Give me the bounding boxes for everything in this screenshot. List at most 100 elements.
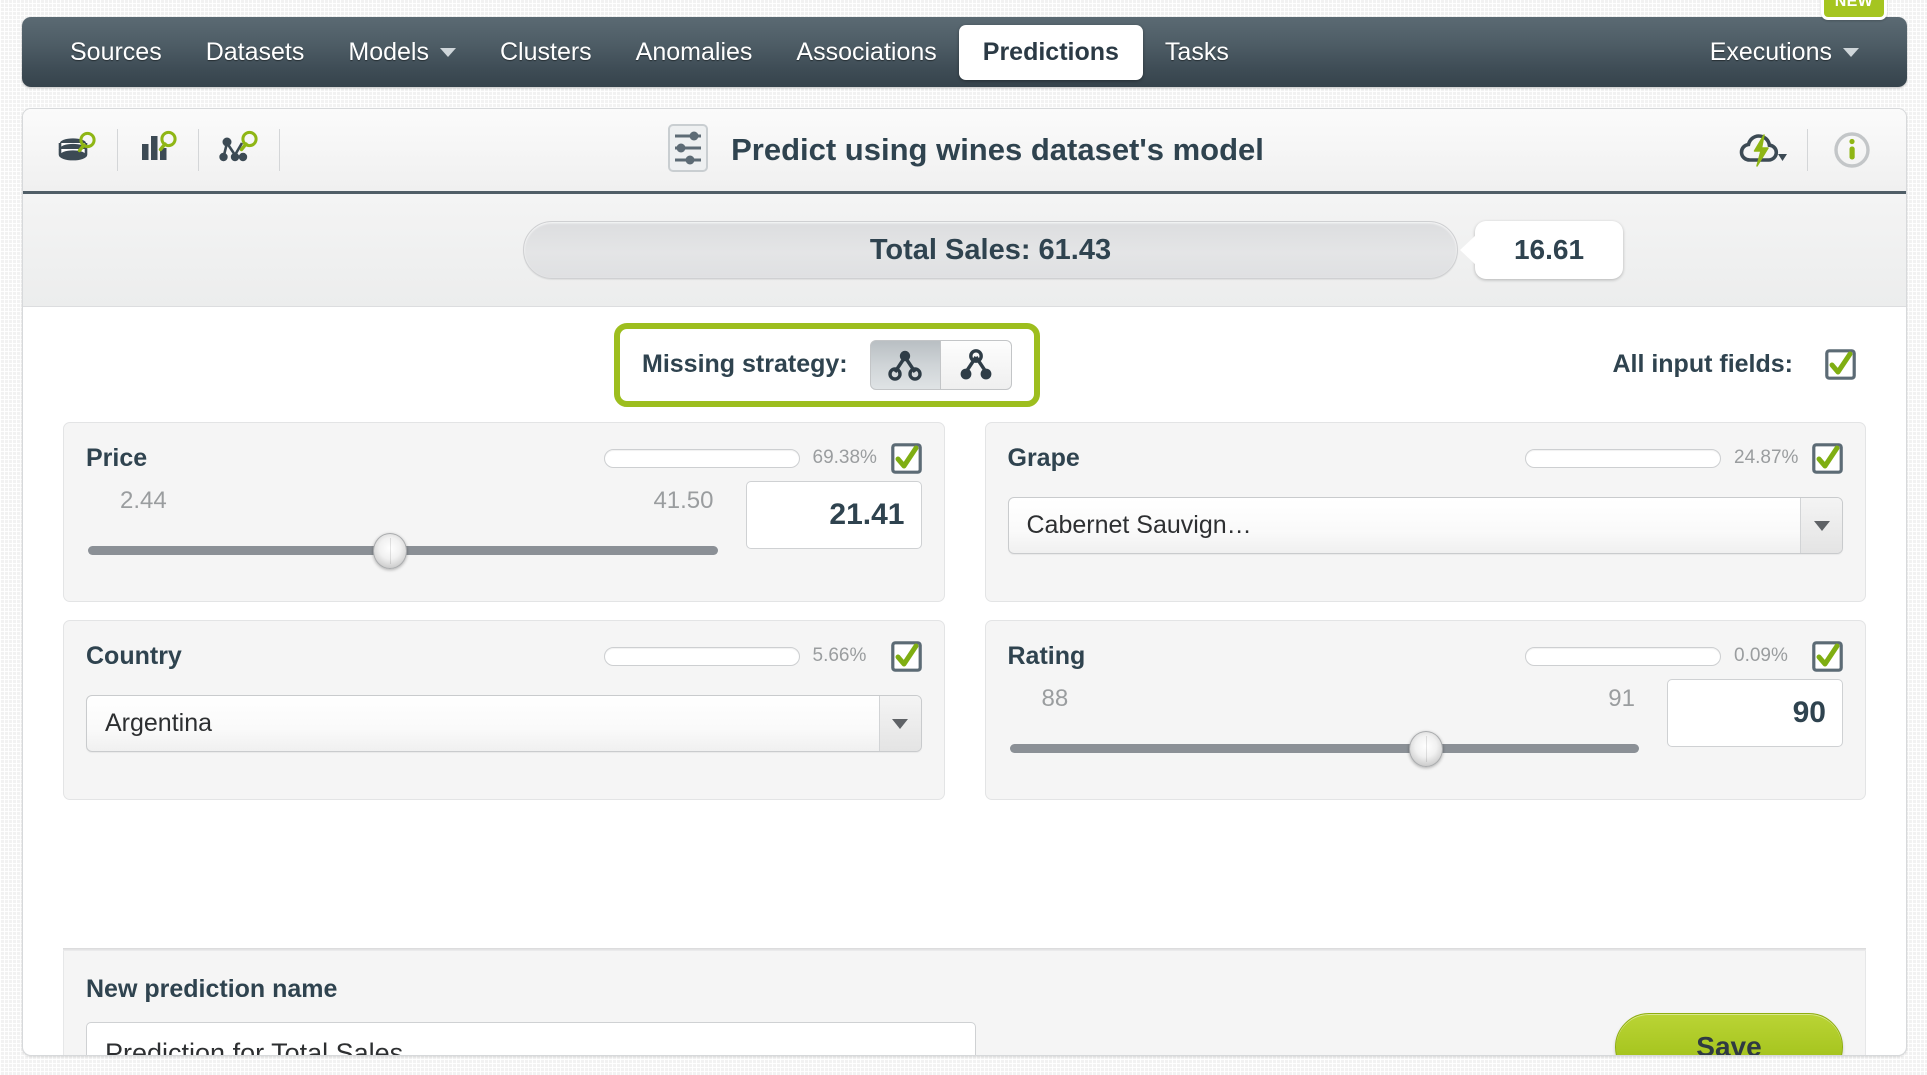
importance-percent: 24.87% <box>1734 447 1799 468</box>
field-header: Price 69.38% <box>86 441 922 475</box>
all-input-fields-checkbox[interactable] <box>1825 349 1856 380</box>
all-input-fields-control: All input fields: <box>1612 349 1856 380</box>
field-card-country: Country 5.66% Argentina <box>63 620 945 800</box>
last-prediction-icon[interactable] <box>869 339 941 390</box>
field-select-country[interactable]: Argentina <box>86 695 922 752</box>
slider-zone: 88 91 90 <box>1008 679 1843 767</box>
toolbar-divider <box>117 129 118 171</box>
field-importance: 24.87% <box>1525 447 1798 469</box>
slider-knob[interactable] <box>1408 731 1443 767</box>
prediction-result-bar: Total Sales: 61.43 16.61 <box>23 194 1906 307</box>
input-fields-grid: Price 69.38% 2.44 41.50 21.41 Grape 24.8… <box>63 422 1866 800</box>
slider-min-label: 2.44 <box>120 487 167 514</box>
nav-item-label: Clusters <box>499 37 592 66</box>
nav-item-label: Executions <box>1709 37 1832 66</box>
panel-title-group: Predict using wines dataset's model <box>23 123 1906 178</box>
toolbar-divider <box>1807 129 1808 171</box>
select-value: Cabernet Sauvign… <box>1026 511 1252 539</box>
field-card-price: Price 69.38% 2.44 41.50 21.41 <box>63 422 945 602</box>
importance-percent: 5.66% <box>812 645 867 666</box>
confidence-callout: 16.61 <box>1475 221 1623 279</box>
select-value: Argentina <box>105 709 213 737</box>
nav-item-sources[interactable]: Sources <box>48 28 184 77</box>
save-button[interactable]: Save <box>1615 1013 1843 1055</box>
nav-item-associations[interactable]: Associations <box>774 28 958 77</box>
strategy-row: Missing strategy: All input fields: <box>63 307 1866 422</box>
importance-percent: 69.38% <box>812 447 877 468</box>
field-importance: 5.66% <box>603 645 877 667</box>
slider-min-label: 88 <box>1041 685 1069 712</box>
field-card-rating: Rating 0.09% 88 91 90 <box>984 620 1866 800</box>
nav-item-anomalies[interactable]: Anomalies <box>614 28 775 77</box>
nav-item-tasks[interactable]: Tasks <box>1143 28 1251 77</box>
field-value-input[interactable]: 90 <box>1667 679 1843 747</box>
all-input-fields-label: All input fields: <box>1612 350 1793 378</box>
slider-track <box>1009 744 1639 753</box>
slider-column: 88 91 <box>1008 679 1642 767</box>
chart-search-icon[interactable] <box>126 122 190 178</box>
slider-range-labels: 2.44 41.50 <box>86 487 720 515</box>
chevron-down-icon <box>1843 47 1859 57</box>
field-checkbox[interactable] <box>890 442 922 474</box>
nav-item-label: Models <box>348 37 429 66</box>
slider-knob[interactable] <box>373 533 408 569</box>
chevron-down-icon[interactable] <box>1800 498 1842 553</box>
importance-bar <box>1525 448 1721 468</box>
field-select-grape[interactable]: Cabernet Sauvign… <box>1007 497 1843 554</box>
slider-zone: 2.44 41.50 21.41 <box>86 481 922 569</box>
field-name: Rating <box>1007 641 1086 670</box>
importance-bar <box>603 448 800 468</box>
nav-item-label: Tasks <box>1164 37 1229 66</box>
field-name: Grape <box>1007 443 1080 472</box>
field-name: Country <box>86 641 182 670</box>
field-name: Price <box>86 443 148 472</box>
cloud-lightning-icon[interactable] <box>1731 122 1795 178</box>
sliders-icon <box>665 123 711 178</box>
nav-item-label: Datasets <box>205 37 305 66</box>
nav-right-group: Executions NEW <box>1688 0 1887 77</box>
model-search-icon[interactable] <box>207 122 271 178</box>
dataset-search-icon[interactable] <box>45 122 109 178</box>
objective-text: Total Sales: 61.43 <box>869 233 1112 266</box>
toolbar-divider <box>279 129 280 171</box>
slider-max-label: 41.50 <box>653 487 714 514</box>
new-prediction-name-input[interactable]: Prediction for Total Sales <box>86 1022 976 1055</box>
new-prediction-name-group: New prediction name Prediction for Total… <box>86 975 976 1055</box>
nav-item-models[interactable]: Models <box>326 28 478 77</box>
field-checkbox[interactable] <box>1812 442 1843 474</box>
nav-item-label: Sources <box>70 37 162 66</box>
slider[interactable] <box>86 533 720 569</box>
chevron-down-icon[interactable] <box>878 696 921 751</box>
new-prediction-section: New prediction name Prediction for Total… <box>63 951 1866 1055</box>
field-checkbox[interactable] <box>1812 640 1843 672</box>
proportional-icon[interactable] <box>940 339 1012 390</box>
nav-item-label: Associations <box>796 37 937 66</box>
importance-bar <box>603 646 800 666</box>
toolbar-divider <box>198 129 199 171</box>
field-header: Rating 0.09% <box>1008 639 1844 673</box>
nav-item-clusters[interactable]: Clusters <box>478 28 614 77</box>
panel-toolbar: Predict using wines dataset's model <box>23 109 1906 194</box>
new-prediction-name-label: New prediction name <box>86 975 338 1003</box>
slider-column: 2.44 41.50 <box>86 481 720 569</box>
missing-strategy-label: Missing strategy: <box>642 350 848 378</box>
field-value-input[interactable]: 21.41 <box>745 481 922 549</box>
field-header: Country 5.66% <box>86 639 922 673</box>
confidence-value: 16.61 <box>1513 234 1585 265</box>
info-icon[interactable] <box>1820 122 1884 178</box>
toolbar-right-group <box>1731 122 1884 178</box>
nav-item-label: Anomalies <box>635 37 753 66</box>
field-checkbox[interactable] <box>890 640 922 672</box>
field-header: Grape 24.87% <box>1008 441 1844 475</box>
objective-field-pill: Total Sales: 61.43 <box>523 221 1458 279</box>
prediction-form: Missing strategy: All input fields: Pric… <box>23 307 1906 1055</box>
importance-bar <box>1525 646 1721 666</box>
field-card-grape: Grape 24.87% Cabernet Sauvign… <box>984 422 1866 602</box>
missing-strategy-options <box>869 339 1012 390</box>
nav-item-datasets[interactable]: Datasets <box>184 28 327 77</box>
main-panel: Predict using wines dataset's model Tota… <box>22 108 1907 1056</box>
slider-range-labels: 88 91 <box>1008 685 1642 713</box>
slider[interactable] <box>1008 731 1642 767</box>
nav-item-predictions[interactable]: Predictions <box>958 24 1143 80</box>
nav-item-executions[interactable]: Executions <box>1688 28 1881 77</box>
